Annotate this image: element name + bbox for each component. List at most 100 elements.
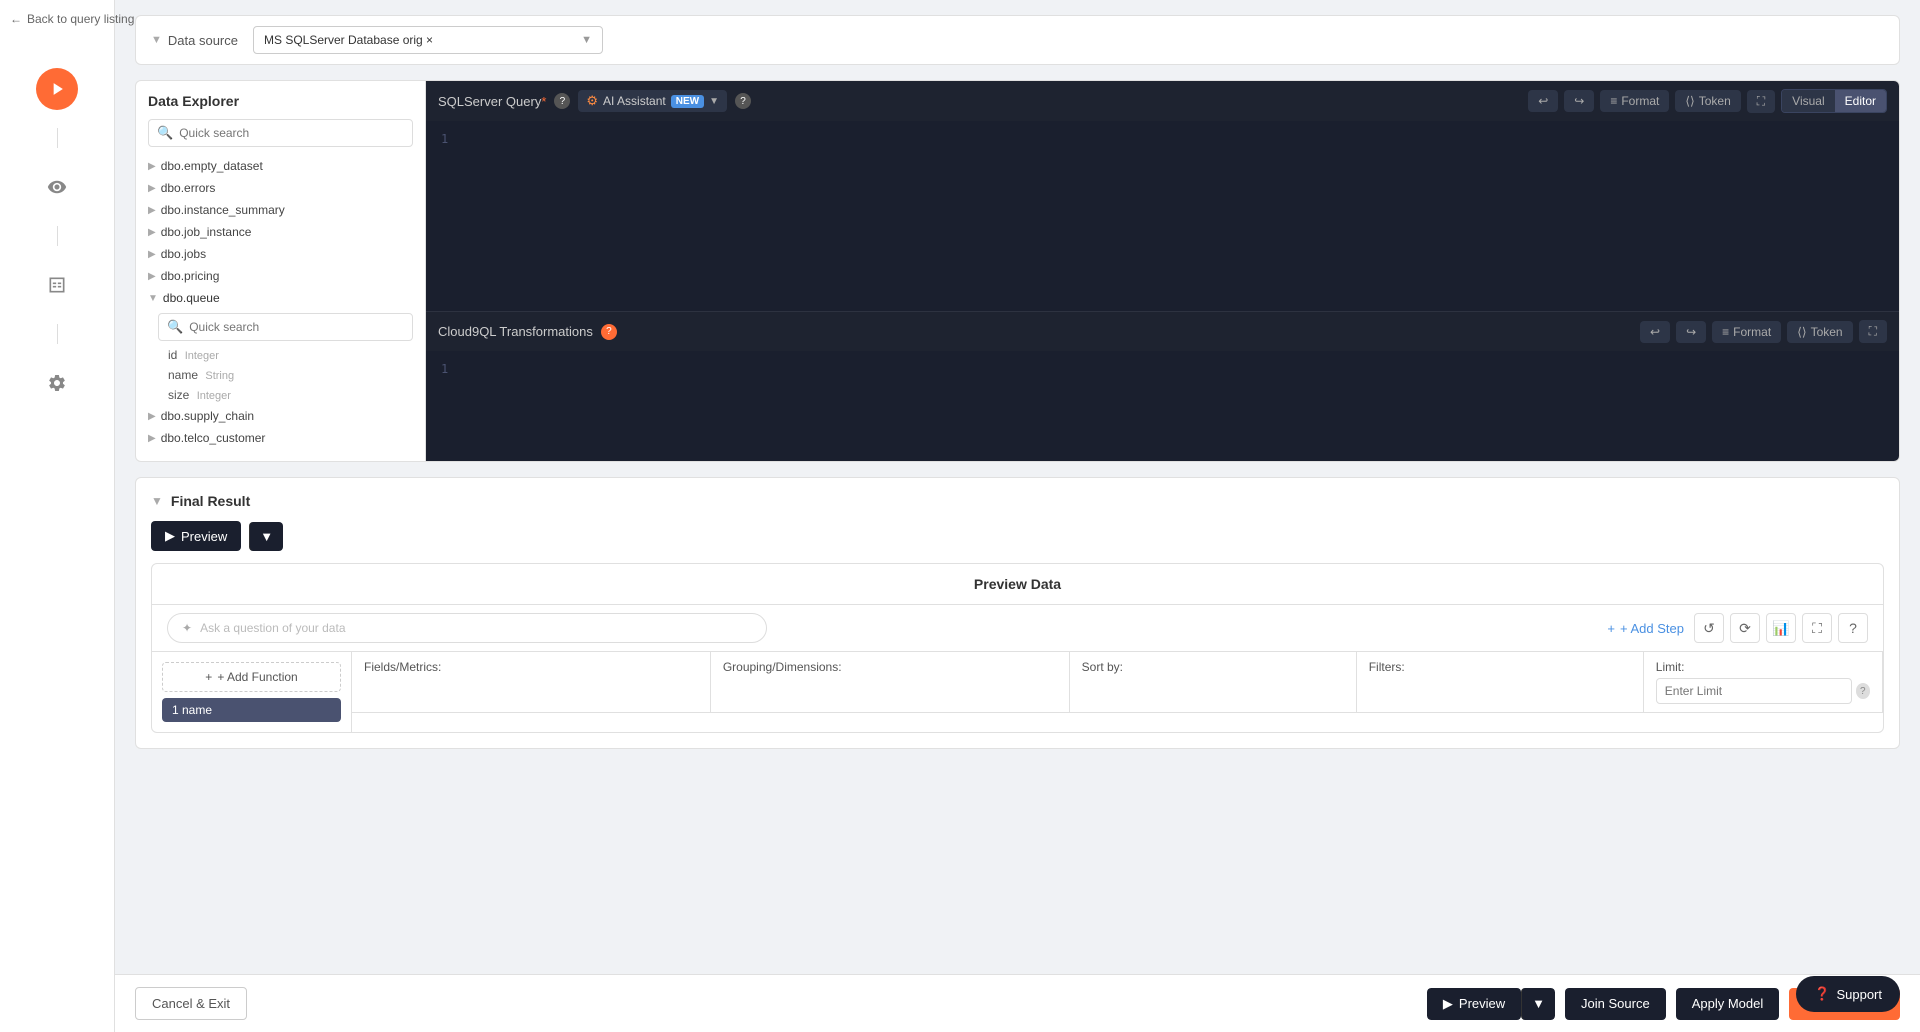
sidebar-icon-eye[interactable] [36,166,78,208]
redo-btn[interactable]: ↪ [1564,90,1594,112]
reset-icon-btn[interactable]: ⟳ [1730,613,1760,643]
tree-item-empty-dataset[interactable]: ▶ dbo.empty_dataset [148,155,413,177]
add-function-btn[interactable]: + + Add Function [162,662,341,692]
quick-search-input-2[interactable] [189,320,404,334]
cancel-exit-btn[interactable]: Cancel & Exit [135,987,247,1020]
back-link-text: Back to query listing [27,12,134,26]
tree-item-telco-customer[interactable]: ▶ dbo.telco_customer [148,427,413,449]
expand-icon-btn[interactable]: ⛶ [1802,613,1832,643]
final-result-header: ▼ Final Result [151,493,1884,509]
search-box-2: 🔍 [158,313,413,341]
bottom-bar: Cancel & Exit ▶ Preview ▼ Join Source Ap… [115,974,1920,1032]
sql-code-editor[interactable]: 1 [426,121,1899,311]
fields-col-grouping: Grouping/Dimensions: [711,652,1070,712]
tree-item-errors[interactable]: ▶ dbo.errors [148,177,413,199]
expand-btn-sql[interactable]: ⛶ [1747,90,1775,113]
support-icon: ❓ [1814,986,1830,1002]
sidebar-divider-2 [57,226,58,246]
tree-item-supply-chain[interactable]: ▶ dbo.supply_chain [148,405,413,427]
apply-model-btn[interactable]: Apply Model [1676,988,1780,1020]
datasource-dropdown-icon: ▼ [581,34,592,46]
tree-item-pricing[interactable]: ▶ dbo.pricing [148,265,413,287]
format-btn-sql[interactable]: ≡ Format [1600,90,1669,112]
transformations-block: Cloud9QL Transformations ? ↩ ↪ ≡ Format [426,312,1899,461]
back-link[interactable]: ← Back to query listing [10,12,134,26]
sparkle-icon: ✦ [182,621,192,635]
datasource-select[interactable]: MS SQLServer Database orig × ▼ [253,26,603,54]
final-result-section: ▼ Final Result ▶ Preview ▼ Preview Data … [135,477,1900,749]
bottom-preview-btn[interactable]: ▶ Preview [1427,988,1521,1020]
limit-help-icon[interactable]: ? [1856,683,1870,699]
bottom-left: Cancel & Exit [135,987,247,1020]
tree-item-label: dbo.telco_customer [161,431,266,445]
sidebar-icon-home[interactable] [36,68,78,110]
bottom-preview-dropdown-btn[interactable]: ▼ [1521,988,1555,1020]
final-result-chevron-icon[interactable]: ▼ [151,494,163,508]
ai-assistant-badge[interactable]: ⚙ AI Assistant NEW ▼ [578,90,727,112]
tree-field-name[interactable]: name String [148,365,413,385]
function-item[interactable]: 1 name [162,698,341,722]
preview-right-actions: + + Add Step ↺ ⟳ 📊 ⛶ ? [1607,613,1868,643]
token-icon: ⟨⟩ [1685,94,1694,108]
chevron-icon: ▶ [148,205,156,216]
sidebar-icon-settings[interactable] [36,362,78,404]
chevron-icon: ▶ [148,227,156,238]
ask-question-input[interactable]: ✦ Ask a question of your data [167,613,767,643]
fields-table-header: Fields/Metrics: Grouping/Dimensions: Sor… [352,652,1883,713]
format-btn-transform[interactable]: ≡ Format [1712,321,1781,343]
fields-col-fields: Fields/Metrics: [352,652,711,712]
transform-help-icon[interactable]: ? [601,324,617,340]
editor-header-left: SQLServer Query* ? ⚙ AI Assistant NEW ▼ [438,90,751,112]
tree-item-label: dbo.supply_chain [161,409,254,423]
editor-btn[interactable]: Editor [1835,90,1886,112]
sidebar-icon-table[interactable] [36,264,78,306]
data-explorer: Data Explorer 🔍 ▶ dbo.empty_dataset ▶ db… [136,81,426,461]
limit-input[interactable] [1656,678,1852,704]
token-btn-sql[interactable]: ⟨⟩ Token [1675,90,1740,112]
help-icon-btn[interactable]: ? [1838,613,1868,643]
field-type: Integer [185,350,219,362]
support-btn[interactable]: ❓ Support [1796,976,1900,1012]
tree-item-job-instance[interactable]: ▶ dbo.job_instance [148,221,413,243]
token-btn-transform[interactable]: ⟨⟩ Token [1787,321,1852,343]
data-fields-table: Fields/Metrics: Grouping/Dimensions: Sor… [352,652,1883,732]
transform-code-editor[interactable]: 1 [426,351,1899,461]
line-number-1: 1 [441,132,448,146]
preview-toolbar-icons: ↺ ⟳ 📊 ⛶ ? [1694,613,1868,643]
add-function-panel: + + Add Function 1 name [152,652,352,732]
chevron-icon: ▶ [148,433,156,444]
field-type: Integer [197,390,231,402]
tree-item-label: dbo.jobs [161,247,206,261]
transform-redo-btn[interactable]: ↪ [1676,321,1706,343]
tree-item-queue[interactable]: ▼ dbo.queue [148,287,413,309]
final-result-title: Final Result [171,493,250,509]
tree-field-id[interactable]: id Integer [148,345,413,365]
play-icon-preview: ▶ [165,528,175,544]
expand-btn-transform[interactable]: ⛶ [1859,320,1887,343]
join-source-btn[interactable]: Join Source [1565,988,1666,1020]
search-box-1: 🔍 [148,119,413,147]
transformations-title: Cloud9QL Transformations [438,324,593,339]
ai-help-icon[interactable]: ? [735,93,751,109]
tree-item-instance-summary[interactable]: ▶ dbo.instance_summary [148,199,413,221]
eye-icon [47,177,67,197]
add-step-btn[interactable]: + + Add Step [1607,621,1684,636]
sql-editor-title: SQLServer Query* [438,94,546,109]
refresh-icon-btn[interactable]: ↺ [1694,613,1724,643]
quick-search-input-1[interactable] [179,126,404,140]
sql-help-icon[interactable]: ? [554,93,570,109]
fields-col-filters: Filters: [1357,652,1644,712]
chart-icon-btn[interactable]: 📊 [1766,613,1796,643]
preview-btn-top[interactable]: ▶ Preview [151,521,241,551]
preview-data-header: Preview Data [152,564,1883,605]
tree-field-size[interactable]: size Integer [148,385,413,405]
transform-undo-btn[interactable]: ↩ [1640,321,1670,343]
undo-btn[interactable]: ↩ [1528,90,1558,112]
tree-item-label: dbo.pricing [161,269,220,283]
transform-header-left: Cloud9QL Transformations ? [438,324,617,340]
visual-btn[interactable]: Visual [1782,90,1834,112]
play-icon [47,79,67,99]
preview-dropdown-btn[interactable]: ▼ [249,522,283,551]
tree-item-label: dbo.job_instance [161,225,252,239]
tree-item-jobs[interactable]: ▶ dbo.jobs [148,243,413,265]
